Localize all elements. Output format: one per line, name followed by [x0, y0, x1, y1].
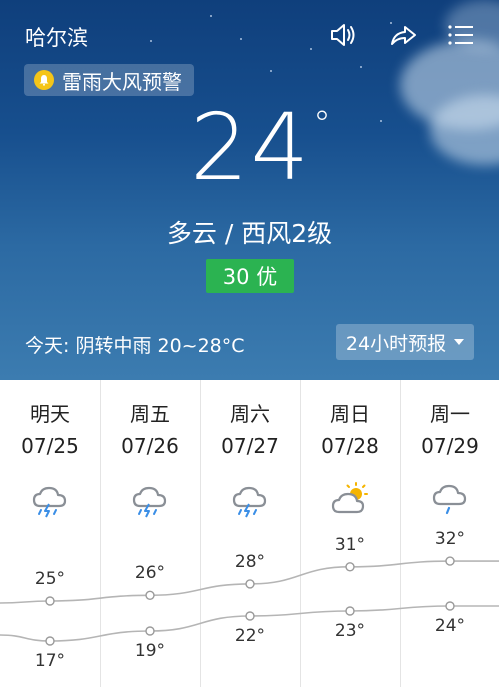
high-temp-label: 28° [234, 551, 266, 572]
low-temp-point [45, 636, 55, 646]
low-temp-label: 19° [134, 641, 166, 661]
low-temp-label: 23° [334, 621, 366, 641]
top-bar: 哈尔滨 [0, 0, 499, 72]
weather-hero: 哈尔滨 雷雨大风预警 24 ° 多云 / 西风2级 30 优 今天: 阴转中雨 … [0, 0, 499, 380]
low-temp-label: 22° [234, 626, 266, 646]
degree-symbol: ° [313, 104, 331, 145]
high-temp-point [45, 596, 55, 606]
city-name[interactable]: 哈尔滨 [25, 22, 88, 52]
weather-alert-badge[interactable]: 雷雨大风预警 [24, 64, 194, 96]
low-temp-label: 24° [434, 616, 466, 636]
low-temp-label: 17° [34, 651, 66, 671]
today-summary: 今天: 阴转中雨 20~28°C [25, 335, 245, 357]
high-temp-point [145, 590, 155, 601]
forecast-panel: 明天 07/25 周五 07/26 周六 07/27 周日 07/28 周一 07/29 25° 17… [0, 380, 499, 687]
current-temperature: 24 [190, 94, 312, 201]
low-temp-point [345, 606, 355, 616]
star [380, 120, 382, 122]
high-temp-label: 32° [434, 529, 466, 550]
high-temp-label: 26° [134, 563, 166, 584]
speaker-icon[interactable] [328, 20, 358, 50]
high-temp-label: 31° [334, 534, 366, 555]
high-temp-point [445, 556, 455, 566]
aqi-badge[interactable]: 30 优 [206, 259, 294, 293]
high-temp-point [245, 579, 255, 589]
low-temp-point [445, 601, 455, 611]
high-temp-label: 25° [34, 569, 66, 589]
low-temp-point [145, 626, 155, 636]
weather-condition: 多云 / 西风2级 [166, 219, 333, 248]
hourly-forecast-button[interactable]: 24小时预报 [336, 324, 474, 360]
menu-icon[interactable] [446, 20, 476, 50]
chevron-down-icon [454, 339, 465, 345]
hourly-forecast-label: 24小时预报 [345, 332, 447, 355]
high-temp-point [345, 562, 355, 572]
share-icon[interactable] [388, 20, 418, 50]
alert-text: 雷雨大风预警 [62, 69, 182, 94]
low-temp-point [245, 611, 255, 621]
bell-icon [34, 70, 54, 90]
